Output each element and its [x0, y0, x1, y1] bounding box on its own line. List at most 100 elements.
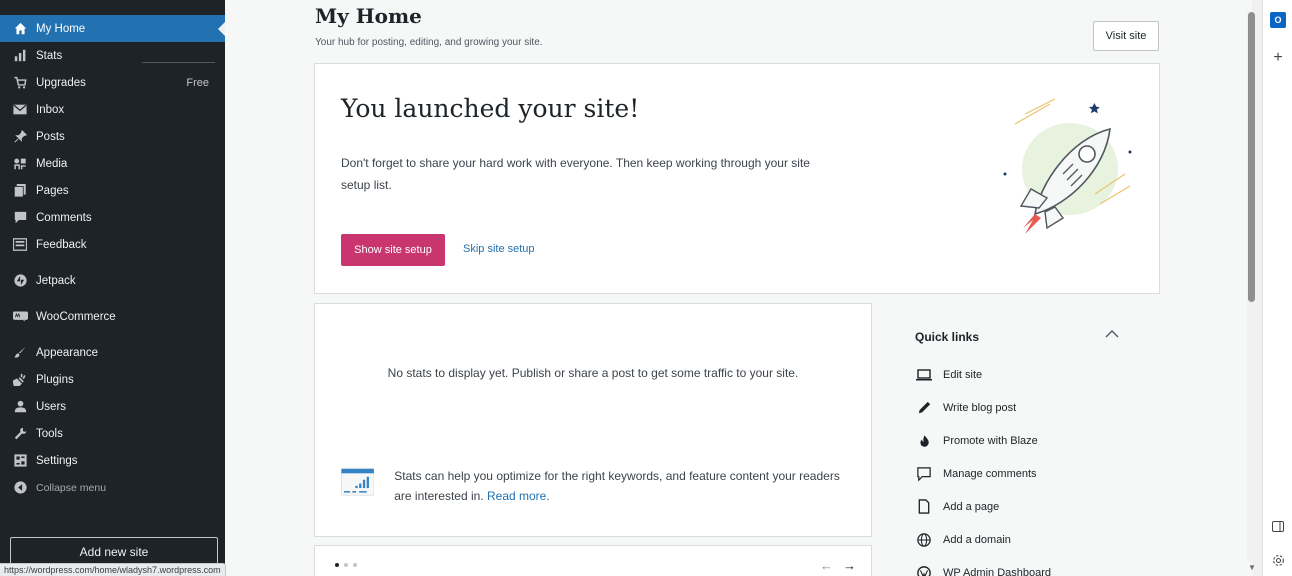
sidebar-item-settings[interactable]: Settings — [0, 447, 225, 474]
sidebar-item-comments[interactable]: Comments — [0, 204, 225, 231]
sidebar-item-label: Upgrades — [36, 76, 86, 89]
pencil-icon — [915, 399, 933, 417]
sidebar-item-inbox[interactable]: Inbox — [0, 96, 225, 123]
sidebar-item-plugins[interactable]: Plugins — [0, 366, 225, 393]
sidebar-item-posts[interactable]: Posts — [0, 123, 225, 150]
divider — [142, 62, 215, 63]
sidebar-item-my-home[interactable]: My Home — [0, 15, 225, 42]
read-more-link[interactable]: Read more. — [487, 489, 550, 503]
stats-card: No stats to display yet. Publish or shar… — [314, 303, 872, 537]
collapse-menu-button[interactable]: Collapse menu — [0, 474, 225, 501]
quick-link-add-domain[interactable]: Add a domain — [915, 523, 1145, 556]
wordpress-icon — [915, 564, 933, 576]
quick-link-add-page[interactable]: Add a page — [915, 490, 1145, 523]
sidebar-item-label: WooCommerce — [36, 310, 116, 323]
outlook-icon[interactable]: O — [1270, 12, 1286, 28]
comment-icon — [12, 210, 28, 226]
comment-outline-icon — [915, 465, 933, 483]
media-icon — [12, 156, 28, 172]
sidebar-item-label: Pages — [36, 184, 69, 197]
page-title: My Home — [315, 4, 422, 28]
gear-icon[interactable] — [1270, 552, 1286, 568]
quick-link-label: Add a domain — [943, 533, 1011, 546]
sidebar-item-jetpack[interactable]: Jetpack — [0, 267, 225, 294]
page-subtitle: Your hub for posting, editing, and growi… — [315, 37, 543, 48]
fire-icon — [915, 432, 933, 450]
woo-icon — [12, 309, 28, 325]
rocket-illustration — [1003, 98, 1132, 234]
menu-gap — [0, 258, 225, 267]
wrench-icon — [12, 426, 28, 442]
quick-link-label: Add a page — [943, 500, 1000, 513]
sidebar-item-users[interactable]: Users — [0, 393, 225, 420]
feedback-icon — [12, 237, 28, 253]
status-bar-url: https://wordpress.com/home/wladysh7.word… — [0, 563, 226, 576]
arrow-right-icon[interactable]: → — [843, 558, 856, 573]
chevron-up-icon[interactable] — [1105, 326, 1119, 341]
sidebar-item-label: Posts — [36, 130, 65, 143]
show-site-setup-button[interactable]: Show site setup — [341, 234, 445, 266]
sidebar-menu: My Home Stats Upgrades Free Inbox Posts … — [0, 0, 225, 501]
sidebar-item-label: Plugins — [36, 373, 74, 386]
stats-empty-message: No stats to display yet. Publish or shar… — [387, 366, 799, 380]
launch-body: Don't forget to share your hard work wit… — [341, 156, 810, 192]
sidebar-item-label: Settings — [36, 454, 78, 467]
sidebar: My Home Stats Upgrades Free Inbox Posts … — [0, 0, 225, 576]
sidebar-item-appearance[interactable]: Appearance — [0, 339, 225, 366]
sidebar-item-woocommerce[interactable]: WooCommerce — [0, 303, 225, 330]
stats-tip-text: Stats can help you optimize for the righ… — [394, 466, 851, 506]
pages-icon — [12, 183, 28, 199]
quick-link-manage-comments[interactable]: Manage comments — [915, 457, 1145, 490]
sidebar-item-label: Inbox — [36, 103, 65, 116]
stats-chart-icon — [341, 468, 375, 496]
bar-chart-icon — [12, 48, 28, 64]
tips-carousel: ← → — [314, 545, 872, 576]
sidebar-item-label: My Home — [36, 22, 86, 35]
settings-icon — [12, 453, 28, 469]
sidebar-item-label: Comments — [36, 211, 92, 224]
mail-icon — [12, 102, 28, 118]
free-badge: Free — [186, 76, 209, 89]
sidebar-item-label: Tools — [36, 427, 63, 440]
globe-icon — [915, 531, 933, 549]
sidebar-item-pages[interactable]: Pages — [0, 177, 225, 204]
page-icon — [915, 498, 933, 516]
visit-site-button[interactable]: Visit site — [1093, 21, 1159, 51]
scrollbar-thumb[interactable] — [1248, 12, 1255, 302]
main-content: My Home Your hub for posting, editing, a… — [225, 0, 1252, 576]
quick-link-label: Manage comments — [943, 467, 1037, 480]
sidebar-item-stats[interactable]: Stats — [0, 42, 225, 69]
quick-link-write-blog-post[interactable]: Write blog post — [915, 391, 1145, 424]
stats-tip-body: Stats can help you optimize for the righ… — [394, 469, 840, 503]
sidebar-item-label: Media — [36, 157, 68, 170]
sidebar-item-upgrades[interactable]: Upgrades Free — [0, 69, 225, 96]
quick-links-panel: Quick links Edit site Write blog post Pr… — [915, 330, 1145, 576]
sidebar-toggle-icon[interactable] — [1270, 518, 1286, 534]
scroll-down-arrow-icon[interactable]: ▼ — [1248, 563, 1256, 572]
sidebar-item-tools[interactable]: Tools — [0, 420, 225, 447]
menu-gap — [0, 330, 225, 339]
quick-link-wp-admin[interactable]: WP Admin Dashboard — [915, 556, 1145, 576]
sidebar-item-label: Jetpack — [36, 274, 76, 287]
sidebar-item-media[interactable]: Media — [0, 150, 225, 177]
page-scrollbar[interactable] — [1247, 12, 1256, 562]
carousel-dot[interactable] — [353, 563, 357, 567]
quick-link-label: Promote with Blaze — [943, 434, 1038, 447]
skip-site-setup-link[interactable]: Skip site setup — [463, 243, 535, 255]
pin-icon — [12, 129, 28, 145]
quick-link-edit-site[interactable]: Edit site — [915, 358, 1145, 391]
plus-icon[interactable]: + — [1270, 49, 1286, 66]
laptop-icon — [915, 366, 933, 384]
quick-link-promote-with-blaze[interactable]: Promote with Blaze — [915, 424, 1145, 457]
plug-icon — [12, 372, 28, 388]
carousel-dot[interactable] — [344, 563, 348, 567]
arrow-left-icon[interactable]: ← — [820, 558, 833, 573]
user-icon — [12, 399, 28, 415]
quick-link-label: Edit site — [943, 368, 983, 381]
home-icon — [12, 21, 28, 37]
site-launched-card: You launched your site! Don't forget to … — [314, 63, 1160, 294]
carousel-dot[interactable] — [335, 563, 339, 567]
sidebar-item-label: Stats — [36, 49, 63, 62]
menu-gap — [0, 294, 225, 303]
sidebar-item-feedback[interactable]: Feedback — [0, 231, 225, 258]
